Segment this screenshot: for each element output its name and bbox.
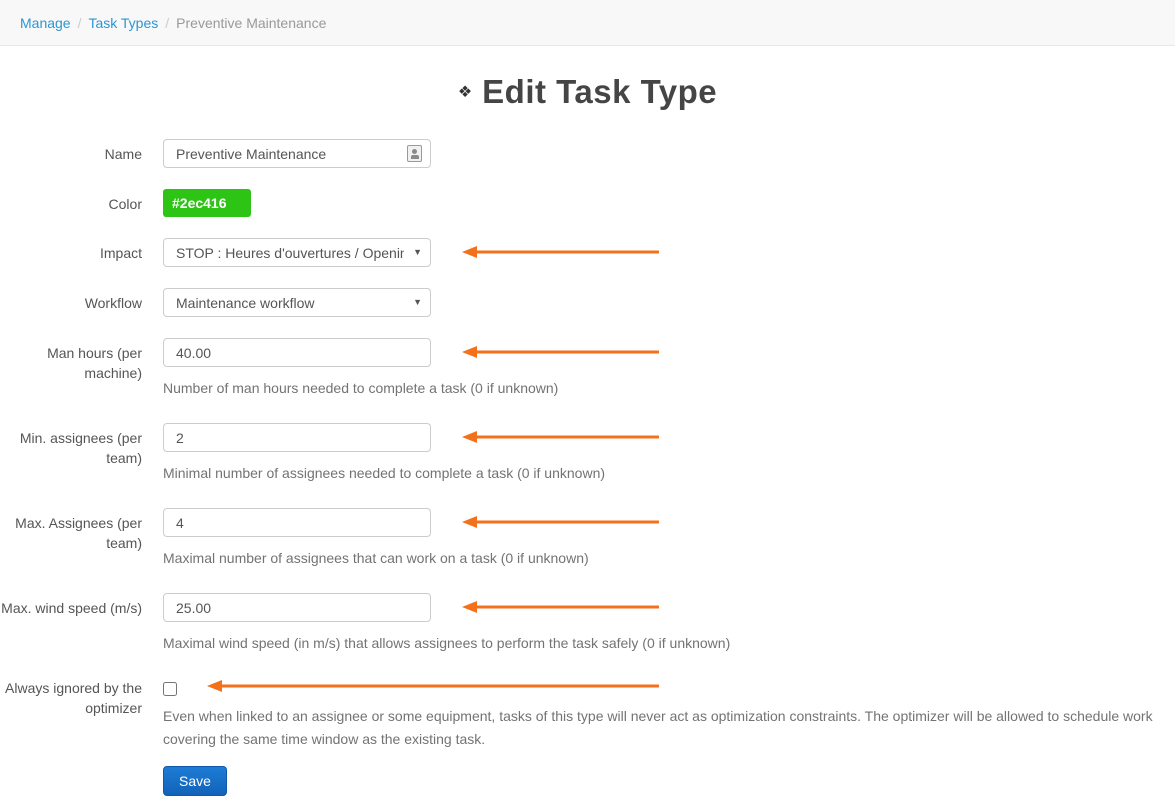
- edit-task-type-form: Name Color #2ec416 Impact STOP : Heures …: [0, 139, 1175, 796]
- man-hours-input[interactable]: [163, 338, 431, 367]
- breadcrumb-separator: /: [78, 15, 82, 31]
- min-assignees-input[interactable]: [163, 423, 431, 452]
- form-actions: Save: [0, 766, 1175, 796]
- form-row-min-assignees: Min. assignees (per team) Minimal number…: [0, 423, 1175, 485]
- impact-label: Impact: [0, 238, 142, 267]
- breadcrumb-link-task-types[interactable]: Task Types: [88, 15, 158, 31]
- workflow-label: Workflow: [0, 288, 142, 317]
- color-label: Color: [0, 189, 142, 217]
- always-ignored-help: Even when linked to an assignee or some …: [163, 705, 1154, 751]
- form-row-man-hours: Man hours (per machine) Number of man ho…: [0, 338, 1175, 400]
- max-assignees-help: Maximal number of assignees that can wor…: [163, 547, 1154, 570]
- man-hours-label: Man hours (per machine): [0, 338, 142, 400]
- form-row-always-ignored: Always ignored by the optimizer Even whe…: [0, 678, 1175, 751]
- max-assignees-input[interactable]: [163, 508, 431, 537]
- form-row-max-wind-speed: Max. wind speed (m/s) Maximal wind speed…: [0, 593, 1175, 655]
- form-row-impact: Impact STOP : Heures d'ouvertures / Open…: [0, 238, 1175, 267]
- name-label: Name: [0, 139, 142, 168]
- page-header: ❖ Edit Task Type: [0, 73, 1175, 111]
- name-input[interactable]: [163, 139, 431, 168]
- max-wind-speed-label: Max. wind speed (m/s): [0, 593, 142, 655]
- max-wind-speed-input[interactable]: [163, 593, 431, 622]
- autofill-icon[interactable]: [407, 145, 422, 162]
- form-row-color: Color #2ec416: [0, 189, 1175, 217]
- form-row-workflow: Workflow Maintenance workflow ▼: [0, 288, 1175, 317]
- breadcrumb-current: Preventive Maintenance: [176, 15, 326, 31]
- breadcrumb-separator: /: [165, 15, 169, 31]
- workflow-select[interactable]: Maintenance workflow: [163, 288, 431, 317]
- breadcrumb: Manage / Task Types / Preventive Maintenance: [0, 0, 1175, 46]
- page-title: Edit Task Type: [482, 73, 717, 110]
- breadcrumb-link-manage[interactable]: Manage: [20, 15, 71, 31]
- color-swatch[interactable]: #2ec416: [163, 189, 251, 217]
- man-hours-help: Number of man hours needed to complete a…: [163, 377, 1154, 400]
- form-row-max-assignees: Max. Assignees (per team) Maximal number…: [0, 508, 1175, 570]
- min-assignees-help: Minimal number of assignees needed to co…: [163, 462, 1154, 485]
- diamond-icon: ❖: [458, 84, 472, 101]
- max-assignees-label: Max. Assignees (per team): [0, 508, 142, 570]
- save-button[interactable]: Save: [163, 766, 227, 796]
- always-ignored-label: Always ignored by the optimizer: [0, 678, 142, 751]
- impact-select[interactable]: STOP : Heures d'ouvertures / Openin: [163, 238, 431, 267]
- max-wind-speed-help: Maximal wind speed (in m/s) that allows …: [163, 632, 1154, 655]
- always-ignored-checkbox[interactable]: [163, 682, 177, 696]
- form-row-name: Name: [0, 139, 1175, 168]
- min-assignees-label: Min. assignees (per team): [0, 423, 142, 485]
